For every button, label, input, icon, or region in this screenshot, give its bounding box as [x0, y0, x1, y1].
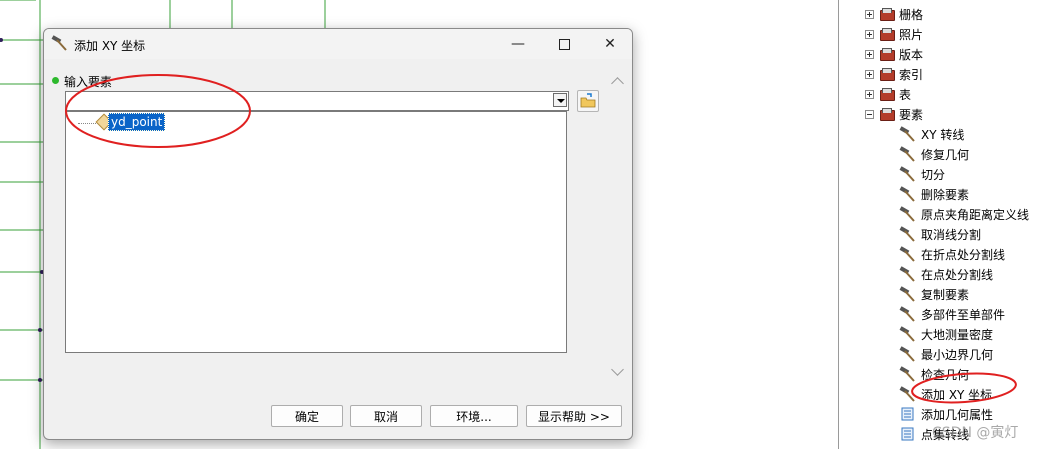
hammer-icon: [899, 246, 917, 262]
tool-label: 多部件至单部件: [921, 307, 1006, 322]
toolbox-icon: [878, 67, 895, 81]
tool-item[interactable]: 修复几何: [899, 144, 969, 164]
toolset-raster[interactable]: 栅格: [865, 4, 923, 24]
hammer-icon: [899, 186, 917, 202]
hammer-icon: [899, 146, 917, 162]
hammer-icon: [899, 226, 917, 242]
hammer-icon: [899, 306, 917, 322]
add-xy-dialog: 添加 XY 坐标 — ✕ 输入要素 yd_point 确定 取消 环境... 显…: [43, 28, 633, 440]
toolbox-icon: [878, 107, 895, 121]
hammer-icon: [899, 366, 917, 382]
ok-button[interactable]: 确定: [271, 405, 343, 427]
tool-label: XY 转线: [921, 127, 965, 142]
toolset-features[interactable]: 要素: [865, 104, 923, 124]
environments-button[interactable]: 环境...: [430, 405, 518, 427]
tool-item[interactable]: 在点处分割线: [899, 264, 993, 284]
hammer-icon: [899, 166, 917, 182]
minimize-icon: —: [511, 36, 525, 52]
toolbox-panel: 栅格 照片 版本 索引 表 要素 XY 转线修复几何切分删除要素原点夹角距离定义…: [838, 0, 1051, 449]
tool-item[interactable]: 切分: [899, 164, 945, 184]
tool-item[interactable]: 大地测量密度: [899, 324, 993, 344]
maximize-icon: [558, 38, 570, 50]
toolset-versions[interactable]: 版本: [865, 44, 923, 64]
tool-label: 切分: [921, 167, 946, 182]
close-button[interactable]: ✕: [587, 29, 632, 59]
hammer-icon: [899, 266, 917, 282]
watermark: CSDN @寅灯: [932, 425, 1019, 441]
cancel-button[interactable]: 取消: [350, 405, 422, 427]
tool-label: 添加几何属性: [921, 407, 994, 422]
toolset-label: 表: [899, 87, 912, 102]
hammer-icon: [899, 126, 917, 142]
toolset-photos[interactable]: 照片: [865, 24, 923, 44]
tool-label: 原点夹角距离定义线: [921, 207, 1030, 222]
tool-item[interactable]: 在折点处分割线: [899, 244, 1005, 264]
tool-label: 删除要素: [921, 187, 970, 202]
scroll-down-icon[interactable]: [611, 363, 624, 376]
tool-label: 复制要素: [921, 287, 970, 302]
script-icon: [899, 406, 917, 422]
hammer-icon: [899, 206, 917, 222]
tool-label: 最小边界几何: [921, 347, 994, 362]
toolbox-icon: [878, 7, 895, 21]
tool-item[interactable]: 多部件至单部件: [899, 304, 1005, 324]
tool-item[interactable]: 复制要素: [899, 284, 969, 304]
dialog-scrollbar[interactable]: [610, 73, 624, 383]
show-help-button[interactable]: 显示帮助 >>: [526, 405, 622, 427]
toolset-tables[interactable]: 表: [865, 84, 911, 104]
script-icon: [899, 426, 917, 442]
tool-item[interactable]: 最小边界几何: [899, 344, 993, 364]
toolset-label: 要素: [899, 107, 924, 122]
minimize-button[interactable]: —: [495, 29, 541, 59]
tool-label: 在点处分割线: [921, 267, 994, 282]
dialog-title: 添加 XY 坐标: [74, 39, 146, 53]
script-tool-item[interactable]: 添加几何属性: [899, 404, 993, 424]
tool-label: 大地测量密度: [921, 327, 994, 342]
dialog-titlebar[interactable]: 添加 XY 坐标 — ✕: [44, 29, 632, 59]
tool-item[interactable]: 检查几何: [899, 364, 969, 384]
hammer-icon: [899, 346, 917, 362]
chevron-down-icon[interactable]: [553, 93, 567, 107]
list-item[interactable]: yd_point: [108, 113, 166, 131]
required-dot-icon: [52, 77, 59, 84]
input-features-list[interactable]: yd_point: [65, 111, 567, 353]
tool-item[interactable]: XY 转线: [899, 124, 964, 144]
expand-icon[interactable]: [865, 9, 874, 19]
input-features-label: 输入要素: [64, 75, 113, 89]
toolset-label: 栅格: [899, 7, 924, 22]
tool-label: 添加 XY 坐标: [921, 387, 993, 402]
tool-item[interactable]: 添加 XY 坐标: [899, 384, 992, 404]
hammer-icon: [899, 386, 917, 402]
tool-label: 修复几何: [921, 147, 970, 162]
expand-icon[interactable]: [865, 29, 874, 39]
tool-item[interactable]: 原点夹角距离定义线: [899, 204, 1029, 224]
hammer-icon: [899, 326, 917, 342]
toolbox-icon: [878, 27, 895, 41]
folder-icon: [580, 93, 596, 108]
tool-item[interactable]: 删除要素: [899, 184, 969, 204]
browse-button[interactable]: [577, 90, 599, 112]
collapse-icon[interactable]: [865, 109, 874, 119]
toolset-label: 照片: [899, 27, 924, 42]
toolbox-icon: [878, 87, 895, 101]
close-icon: ✕: [604, 36, 616, 52]
maximize-button[interactable]: [541, 29, 587, 59]
tool-label: 取消线分割: [921, 227, 982, 242]
expand-icon[interactable]: [865, 69, 874, 79]
tool-item[interactable]: 取消线分割: [899, 224, 981, 244]
hammer-icon: [899, 286, 917, 302]
expand-icon[interactable]: [865, 49, 874, 59]
toolset-label: 索引: [899, 67, 924, 82]
expand-icon[interactable]: [865, 89, 874, 99]
scroll-up-icon[interactable]: [611, 77, 624, 90]
input-features-combo[interactable]: [65, 91, 569, 111]
toolset-indexes[interactable]: 索引: [865, 64, 923, 84]
tool-label: 检查几何: [921, 367, 970, 382]
toolset-label: 版本: [899, 47, 924, 62]
toolbox-icon: [878, 47, 895, 61]
tool-label: 在折点处分割线: [921, 247, 1006, 262]
hammer-icon: [51, 35, 69, 54]
